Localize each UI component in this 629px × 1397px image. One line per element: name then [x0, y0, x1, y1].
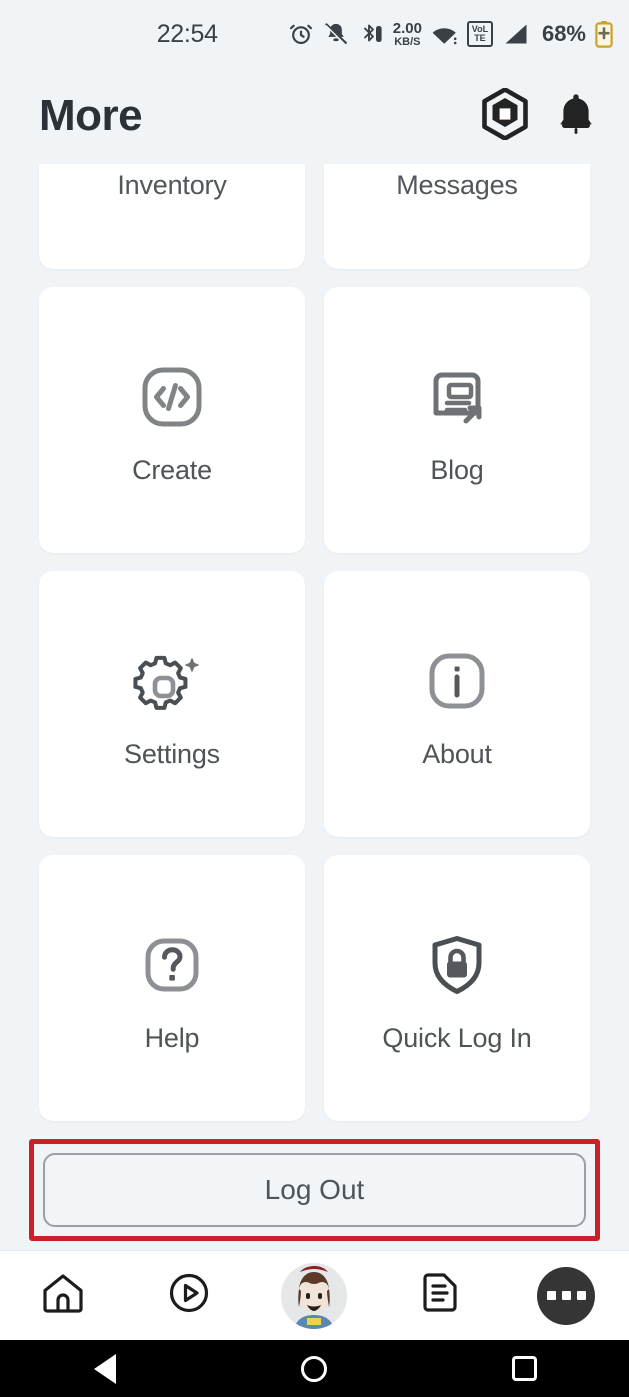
menu-card-label: Messages — [396, 170, 518, 200]
home-icon — [38, 1268, 88, 1323]
dot — [576, 1291, 586, 1300]
avatar-icon — [279, 1260, 350, 1331]
tab-more[interactable] — [518, 1251, 614, 1341]
tab-discover[interactable] — [141, 1251, 237, 1341]
bluetooth-icon — [358, 21, 384, 47]
data-rate-unit: KB/S — [394, 35, 421, 48]
page-title: More — [39, 91, 143, 140]
tab-chat[interactable] — [392, 1251, 488, 1341]
menu-card-settings[interactable]: Settings — [39, 571, 305, 837]
menu-card-create[interactable]: Create — [39, 287, 305, 553]
back-triangle-icon[interactable] — [45, 1340, 165, 1397]
shield-lock-icon — [419, 923, 495, 1007]
back-glyph — [93, 1353, 116, 1384]
roblox-logo-icon[interactable] — [481, 86, 529, 145]
volte-line-2: TE — [474, 33, 486, 43]
battery-percent-label: 68% — [541, 21, 586, 46]
more-menu-scroll[interactable]: Inventory Messages Create Blog Settings … — [0, 164, 629, 1250]
code-brackets-icon — [134, 355, 210, 439]
wifi-icon — [431, 22, 458, 46]
android-navigation-bar — [0, 1340, 629, 1397]
app-header: More — [0, 68, 629, 164]
menu-card-help[interactable]: Help — [39, 855, 305, 1121]
recents-glyph — [511, 1356, 537, 1381]
recents-square-icon[interactable] — [464, 1340, 584, 1397]
header-actions — [481, 86, 597, 145]
more-dots-icon — [537, 1266, 596, 1325]
dot — [561, 1291, 571, 1300]
notifications-off-icon — [323, 21, 349, 47]
bell-icon[interactable] — [555, 90, 597, 143]
menu-card-blog[interactable]: Blog — [324, 287, 590, 553]
volte-icon: VoL TE — [466, 21, 493, 47]
menu-card-label: Blog — [430, 454, 484, 485]
cellular-signal-icon — [502, 22, 529, 46]
question-mark-icon — [134, 923, 210, 1007]
chat-document-icon — [417, 1268, 463, 1323]
menu-card-label: Help — [144, 1022, 200, 1053]
app-screen: 22:54 2.00 KB/S VoL TE 68% More Inventor… — [0, 0, 629, 1397]
more-menu-grid: Inventory Messages Create Blog Settings … — [0, 164, 629, 1121]
menu-card-label: About — [422, 738, 492, 769]
menu-card-inventory[interactable]: Inventory — [39, 164, 305, 269]
tab-avatar[interactable] — [266, 1251, 362, 1341]
data-rate-indicator: 2.00 KB/S — [393, 21, 422, 48]
menu-card-label: Settings — [124, 738, 220, 769]
alarm-icon — [288, 21, 314, 47]
menu-card-label: Quick Log In — [382, 1022, 532, 1053]
action-highlight-box: Log Out — [29, 1139, 600, 1241]
bottom-tab-bar — [0, 1250, 629, 1340]
status-time: 22:54 — [156, 19, 218, 48]
tab-home[interactable] — [15, 1251, 111, 1341]
home-circle-icon[interactable] — [254, 1340, 374, 1397]
status-bar: 22:54 2.00 KB/S VoL TE 68% — [0, 0, 629, 68]
blog-article-external-icon — [419, 355, 495, 439]
menu-card-label: Inventory — [117, 170, 227, 200]
gear-sparkle-icon — [133, 639, 211, 723]
log-out-button[interactable]: Log Out — [43, 1153, 586, 1227]
battery-charging-icon — [595, 20, 613, 48]
menu-card-quick-log-in[interactable]: Quick Log In — [324, 855, 590, 1121]
play-circle-icon — [164, 1268, 214, 1323]
info-icon — [419, 639, 495, 723]
status-icon-group: 2.00 KB/S VoL TE 68% — [288, 20, 613, 48]
menu-card-messages[interactable]: Messages — [324, 164, 590, 269]
dot — [546, 1291, 556, 1300]
menu-card-about[interactable]: About — [324, 571, 590, 837]
home-glyph — [301, 1355, 328, 1382]
logout-section: Log Out — [0, 1139, 629, 1241]
data-rate-value: 2.00 — [392, 19, 422, 37]
menu-card-label: Create — [132, 454, 212, 485]
